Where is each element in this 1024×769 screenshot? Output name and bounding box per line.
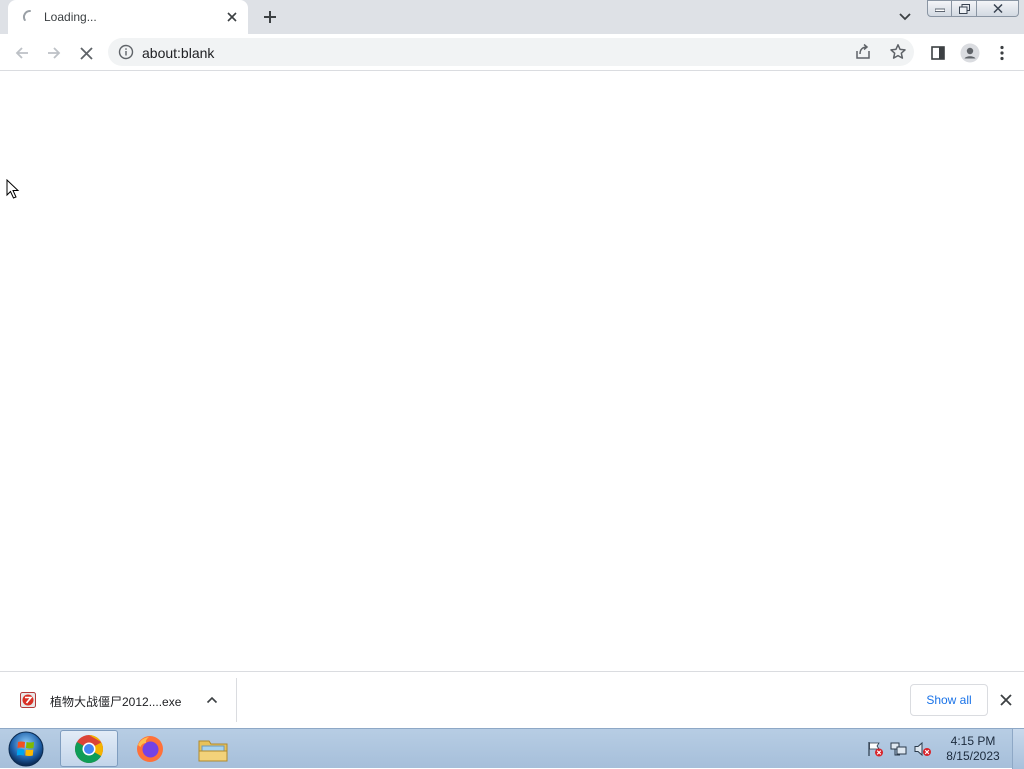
page-content[interactable] — [0, 71, 1024, 671]
back-button[interactable] — [8, 39, 36, 67]
tab-search-button[interactable] — [894, 6, 916, 28]
chrome-icon — [75, 734, 103, 763]
window-restore-button[interactable] — [952, 0, 977, 17]
forward-button[interactable] — [40, 39, 68, 67]
info-icon[interactable] — [118, 44, 134, 60]
show-all-downloads-button[interactable]: Show all — [910, 684, 988, 716]
kebab-menu-icon — [1000, 45, 1004, 61]
minimize-icon — [934, 8, 945, 12]
taskbar-clock[interactable]: 4:15 PM 8/15/2023 — [940, 734, 1006, 764]
close-icon — [79, 46, 93, 60]
folder-icon — [198, 740, 228, 761]
share-icon[interactable] — [854, 43, 872, 61]
close-icon[interactable] — [996, 690, 1016, 710]
network-icon[interactable] — [890, 741, 908, 757]
chevron-down-icon — [899, 13, 911, 21]
close-icon — [992, 4, 1003, 13]
side-panel-button[interactable] — [924, 39, 952, 67]
profile-button[interactable] — [956, 39, 984, 67]
download-item[interactable]: 植物大战僵尸2012....exe — [10, 678, 236, 722]
tab-active[interactable]: Loading... — [8, 0, 248, 34]
loading-spinner-icon — [23, 10, 31, 21]
window-minimize-button[interactable] — [927, 0, 952, 17]
tab-strip: Loading... — [0, 0, 1024, 34]
tab-close-button[interactable] — [222, 7, 242, 27]
show-desktop-button[interactable] — [1012, 729, 1024, 769]
clock-date: 8/15/2023 — [946, 749, 1000, 763]
close-icon — [227, 12, 237, 22]
taskbar-app-firefox[interactable] — [121, 730, 179, 767]
action-center-flag-icon[interactable] — [866, 741, 884, 757]
side-panel-icon — [931, 46, 945, 60]
taskbar-app-explorer[interactable] — [184, 730, 242, 767]
download-shelf: 植物大战僵尸2012....exe Show all — [0, 671, 1024, 728]
new-tab-button[interactable] — [258, 5, 282, 29]
taskbar-app-chrome[interactable] — [60, 730, 118, 767]
window-controls — [927, 0, 1019, 18]
url-text[interactable]: about:blank — [142, 45, 214, 61]
windows-taskbar: 4:15 PM 8/15/2023 — [0, 728, 1024, 769]
firefox-icon — [137, 735, 163, 762]
address-bar[interactable]: about:blank — [108, 38, 914, 66]
restore-icon — [958, 3, 970, 14]
arrow-left-icon — [15, 47, 28, 59]
download-item-divider — [236, 678, 237, 722]
chevron-up-icon[interactable] — [204, 692, 220, 708]
installer-file-icon — [20, 692, 36, 708]
browser-menu-button[interactable] — [988, 39, 1016, 67]
avatar-icon — [960, 43, 980, 63]
mouse-cursor-icon — [6, 179, 20, 199]
download-filename: 植物大战僵尸2012....exe — [50, 695, 182, 709]
star-icon[interactable] — [889, 43, 907, 61]
browser-toolbar: about:blank — [0, 34, 1024, 71]
windows-start-icon[interactable] — [6, 730, 46, 768]
volume-muted-icon[interactable] — [914, 741, 932, 757]
arrow-right-icon — [48, 47, 61, 59]
clock-time: 4:15 PM — [950, 734, 996, 748]
tab-title: Loading... — [44, 10, 97, 24]
plus-icon — [264, 11, 276, 23]
stop-loading-button[interactable] — [72, 39, 100, 67]
window-close-button[interactable] — [977, 0, 1019, 17]
